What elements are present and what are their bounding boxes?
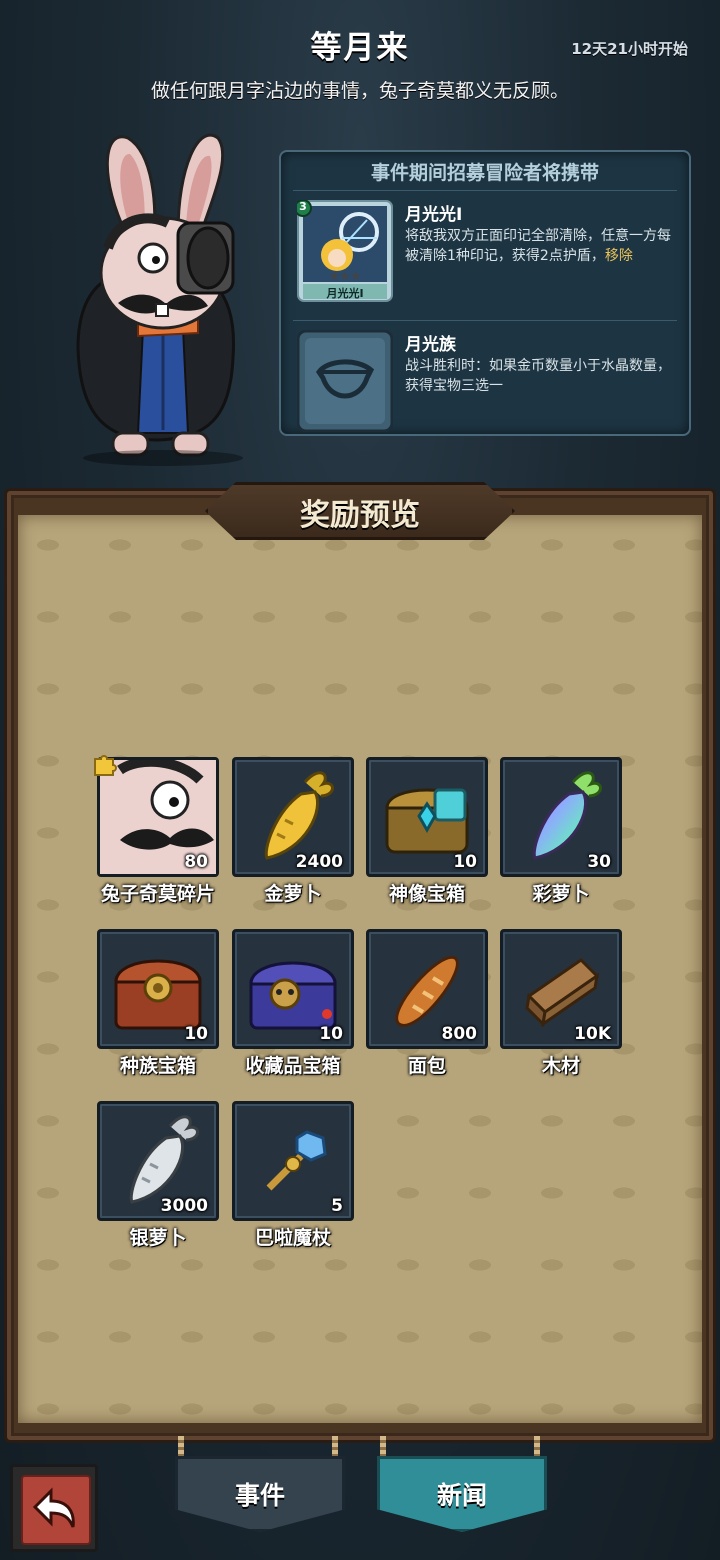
reward-tile: 5: [232, 1101, 354, 1221]
reward-item-silver-carrot[interactable]: 3000 银萝卜: [97, 1101, 219, 1251]
reward-item-collectible-chest[interactable]: 10 收藏品宝箱: [232, 929, 354, 1079]
card-level-badge: 3: [299, 200, 307, 213]
reward-item-bread[interactable]: 800 面包: [366, 929, 488, 1079]
reward-name: 彩萝卜: [532, 883, 590, 905]
reward-tile: 800: [366, 929, 488, 1049]
reward-qty: 800: [441, 1024, 478, 1044]
race-description: 战斗胜利时：如果金币数量小于水晶数量，获得宝物三选一: [405, 358, 671, 394]
reward-qty: 10: [184, 1024, 208, 1044]
reward-tile: 10: [366, 757, 488, 877]
tab-events-label: 事件: [234, 1481, 285, 1510]
reward-item-gold-carrot[interactable]: 2400 金萝卜: [232, 757, 354, 907]
race-name: 月光族: [405, 335, 456, 355]
event-subtitle: 做任何跟月字沾边的事情，兔子奇莫都义无反顾。: [150, 80, 569, 102]
card-description: 将敌我双方正面印记全部清除，任意一方每被清除1种印记，获得2点护盾，移除: [405, 226, 675, 266]
reward-item-idol-chest[interactable]: 10 神像宝箱: [366, 757, 488, 907]
reward-name: 兔子奇莫碎片: [100, 883, 215, 905]
back-arrow-icon: [32, 1487, 75, 1528]
puzzle-piece-icon: [94, 755, 117, 776]
reward-tile: 3000: [97, 1101, 219, 1221]
reward-qty: 80: [184, 852, 208, 872]
back-button-face: [21, 1475, 91, 1545]
carry-panel-title: 事件期间招募冒险者将携带: [370, 162, 599, 184]
divider: [293, 320, 677, 321]
reward-name: 银萝卜: [129, 1227, 187, 1249]
reward-item-race-chest[interactable]: 10 种族宝箱: [97, 929, 219, 1079]
moonlight-card[interactable]: ★★★ 3 月光光Ⅰ: [294, 199, 393, 302]
reward-qty: 5: [331, 1196, 343, 1216]
reward-tile: 30: [500, 757, 622, 877]
tab-news[interactable]: 新闻: [377, 1456, 547, 1544]
reward-name: 巴啦魔杖: [254, 1227, 331, 1249]
reward-item-rainbow-carrot[interactable]: 30 彩萝卜: [500, 757, 622, 907]
reward-name: 种族宝箱: [119, 1055, 196, 1077]
tab-news-label: 新闻: [436, 1481, 487, 1510]
reward-item-rabbit-fragment[interactable]: 80 兔子奇莫碎片: [94, 755, 219, 907]
reward-qty: 2400: [295, 852, 343, 872]
reward-item-magic-wand[interactable]: 5 巴啦魔杖: [232, 1101, 354, 1251]
reward-tile: 10: [97, 929, 219, 1049]
card-label: 月光光Ⅰ: [326, 287, 364, 300]
card-name: 月光光Ⅰ: [405, 205, 463, 225]
reward-tile: 2400: [232, 757, 354, 877]
reward-name: 金萝卜: [264, 883, 322, 905]
back-button[interactable]: [10, 1464, 98, 1552]
countdown-timer: 12天21小时开始: [571, 40, 688, 58]
tab-events[interactable]: 事件: [175, 1456, 345, 1544]
reward-qty: 3000: [160, 1196, 208, 1216]
carry-panel: 事件期间招募冒险者将携带 ★★★ 3 月光光Ⅰ 月光光Ⅰ 将敌我双方正面印记全部…: [279, 150, 691, 436]
reward-qty: 30: [587, 852, 611, 872]
carry-item-race[interactable]: 月光族 战斗胜利时：如果金币数量小于水晶数量，获得宝物三选一: [293, 322, 677, 442]
reward-name: 木材: [541, 1055, 580, 1077]
carry-item-card[interactable]: ★★★ 3 月光光Ⅰ 月光光Ⅰ 将敌我双方正面印记全部清除，任意一方每被清除1种…: [293, 192, 677, 312]
reward-tile: 10: [232, 929, 354, 1049]
reward-name: 收藏品宝箱: [245, 1055, 341, 1077]
reward-item-wood[interactable]: 10K 木材: [500, 929, 622, 1079]
reward-qty: 10K: [574, 1024, 611, 1044]
reward-name: 神像宝箱: [388, 883, 465, 905]
reward-tile: 10K: [500, 929, 622, 1049]
divider: [293, 190, 677, 191]
svg-text:★★★: ★★★: [329, 269, 361, 283]
reward-qty: 10: [453, 852, 477, 872]
rewards-title: 奖励预览: [300, 498, 420, 533]
reward-name: 面包: [407, 1055, 446, 1077]
rabbit-character-illustration: [58, 118, 278, 468]
remove-link[interactable]: 移除: [605, 248, 633, 264]
moon-race-icon[interactable]: [296, 329, 394, 433]
reward-qty: 10: [319, 1024, 343, 1044]
